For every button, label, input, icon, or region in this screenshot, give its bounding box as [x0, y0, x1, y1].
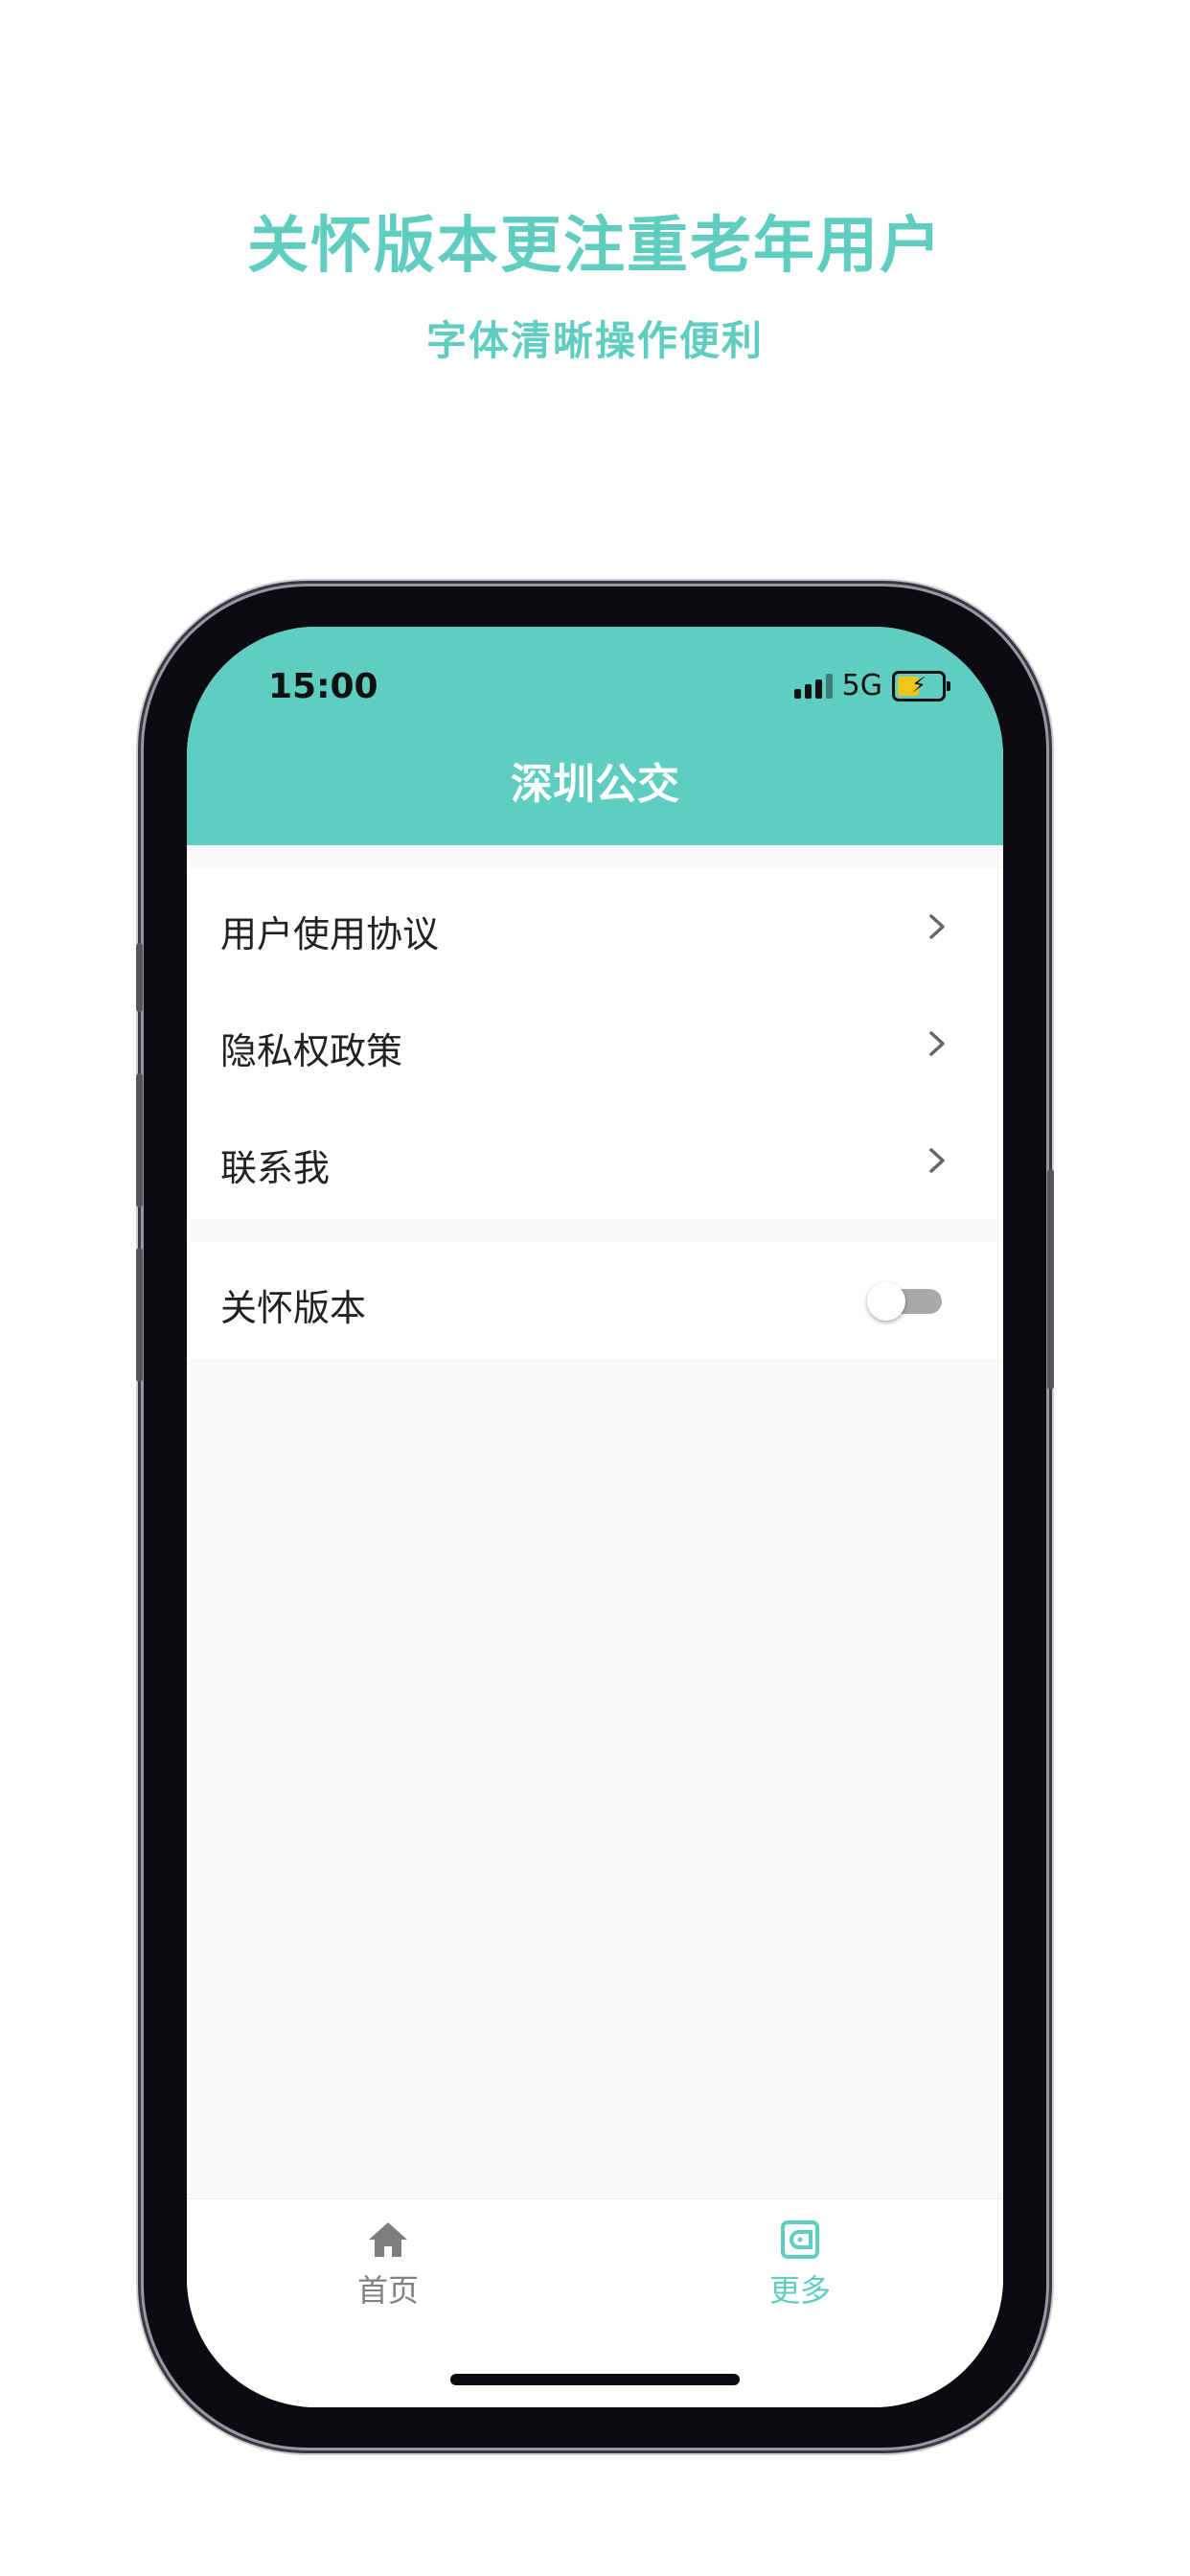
menu-item-label: 联系我 [220, 1147, 331, 1189]
page-title: 深圳公交 [511, 760, 679, 809]
care-mode-group: 关怀版本 [187, 1242, 1003, 1359]
menu-item-label: 隐私权政策 [220, 1030, 403, 1072]
volume-down-button [136, 1248, 143, 1382]
promo-subheadline: 字体清晰操作便利 [425, 317, 764, 364]
home-indicator [450, 2374, 740, 2385]
tab-more[interactable]: 更多 [704, 2217, 896, 2311]
phone-frame: 15:00 5G ⚡ 深圳公交 用户使用协议 隐私权政策 联系我 关怀版本 首页… [136, 586, 1054, 2448]
promo-headline: 关怀版本更注重老年用户 [247, 211, 943, 282]
status-icons: 5G ⚡ [793, 669, 950, 702]
volume-up-button [136, 1073, 143, 1208]
app-header: 15:00 5G ⚡ 深圳公交 [187, 627, 1003, 845]
menu-item-contact-me[interactable]: 联系我 [187, 1102, 1003, 1219]
menu-item-user-agreement[interactable]: 用户使用协议 [187, 868, 1003, 985]
battery-charging-icon: ⚡ [892, 670, 950, 702]
care-mode-label: 关怀版本 [220, 1287, 367, 1329]
menu-item-privacy-policy[interactable]: 隐私权政策 [187, 985, 1003, 1102]
tab-home[interactable]: 首页 [292, 2217, 484, 2311]
network-label: 5G [841, 669, 882, 702]
chevron-right-icon [929, 914, 945, 939]
tab-home-label: 首页 [356, 2272, 419, 2309]
app-screen: 15:00 5G ⚡ 深圳公交 用户使用协议 隐私权政策 联系我 关怀版本 首页… [187, 627, 1003, 2407]
status-time: 15:00 [268, 667, 378, 706]
tab-bar: 首页 更多 [187, 2198, 1003, 2407]
signal-icon [793, 673, 833, 699]
chevron-right-icon [929, 1031, 945, 1056]
care-mode-row: 关怀版本 [187, 1242, 1003, 1359]
power-button [1047, 1169, 1054, 1390]
care-mode-toggle[interactable] [867, 1282, 944, 1321]
tab-more-label: 更多 [768, 2272, 831, 2309]
menu-item-label: 用户使用协议 [220, 913, 440, 955]
home-icon [369, 2222, 407, 2257]
menu-group: 用户使用协议 隐私权政策 联系我 [187, 868, 1003, 1219]
chevron-right-icon [929, 1148, 945, 1173]
wallet-icon [781, 2220, 819, 2259]
action-button [136, 943, 143, 1012]
